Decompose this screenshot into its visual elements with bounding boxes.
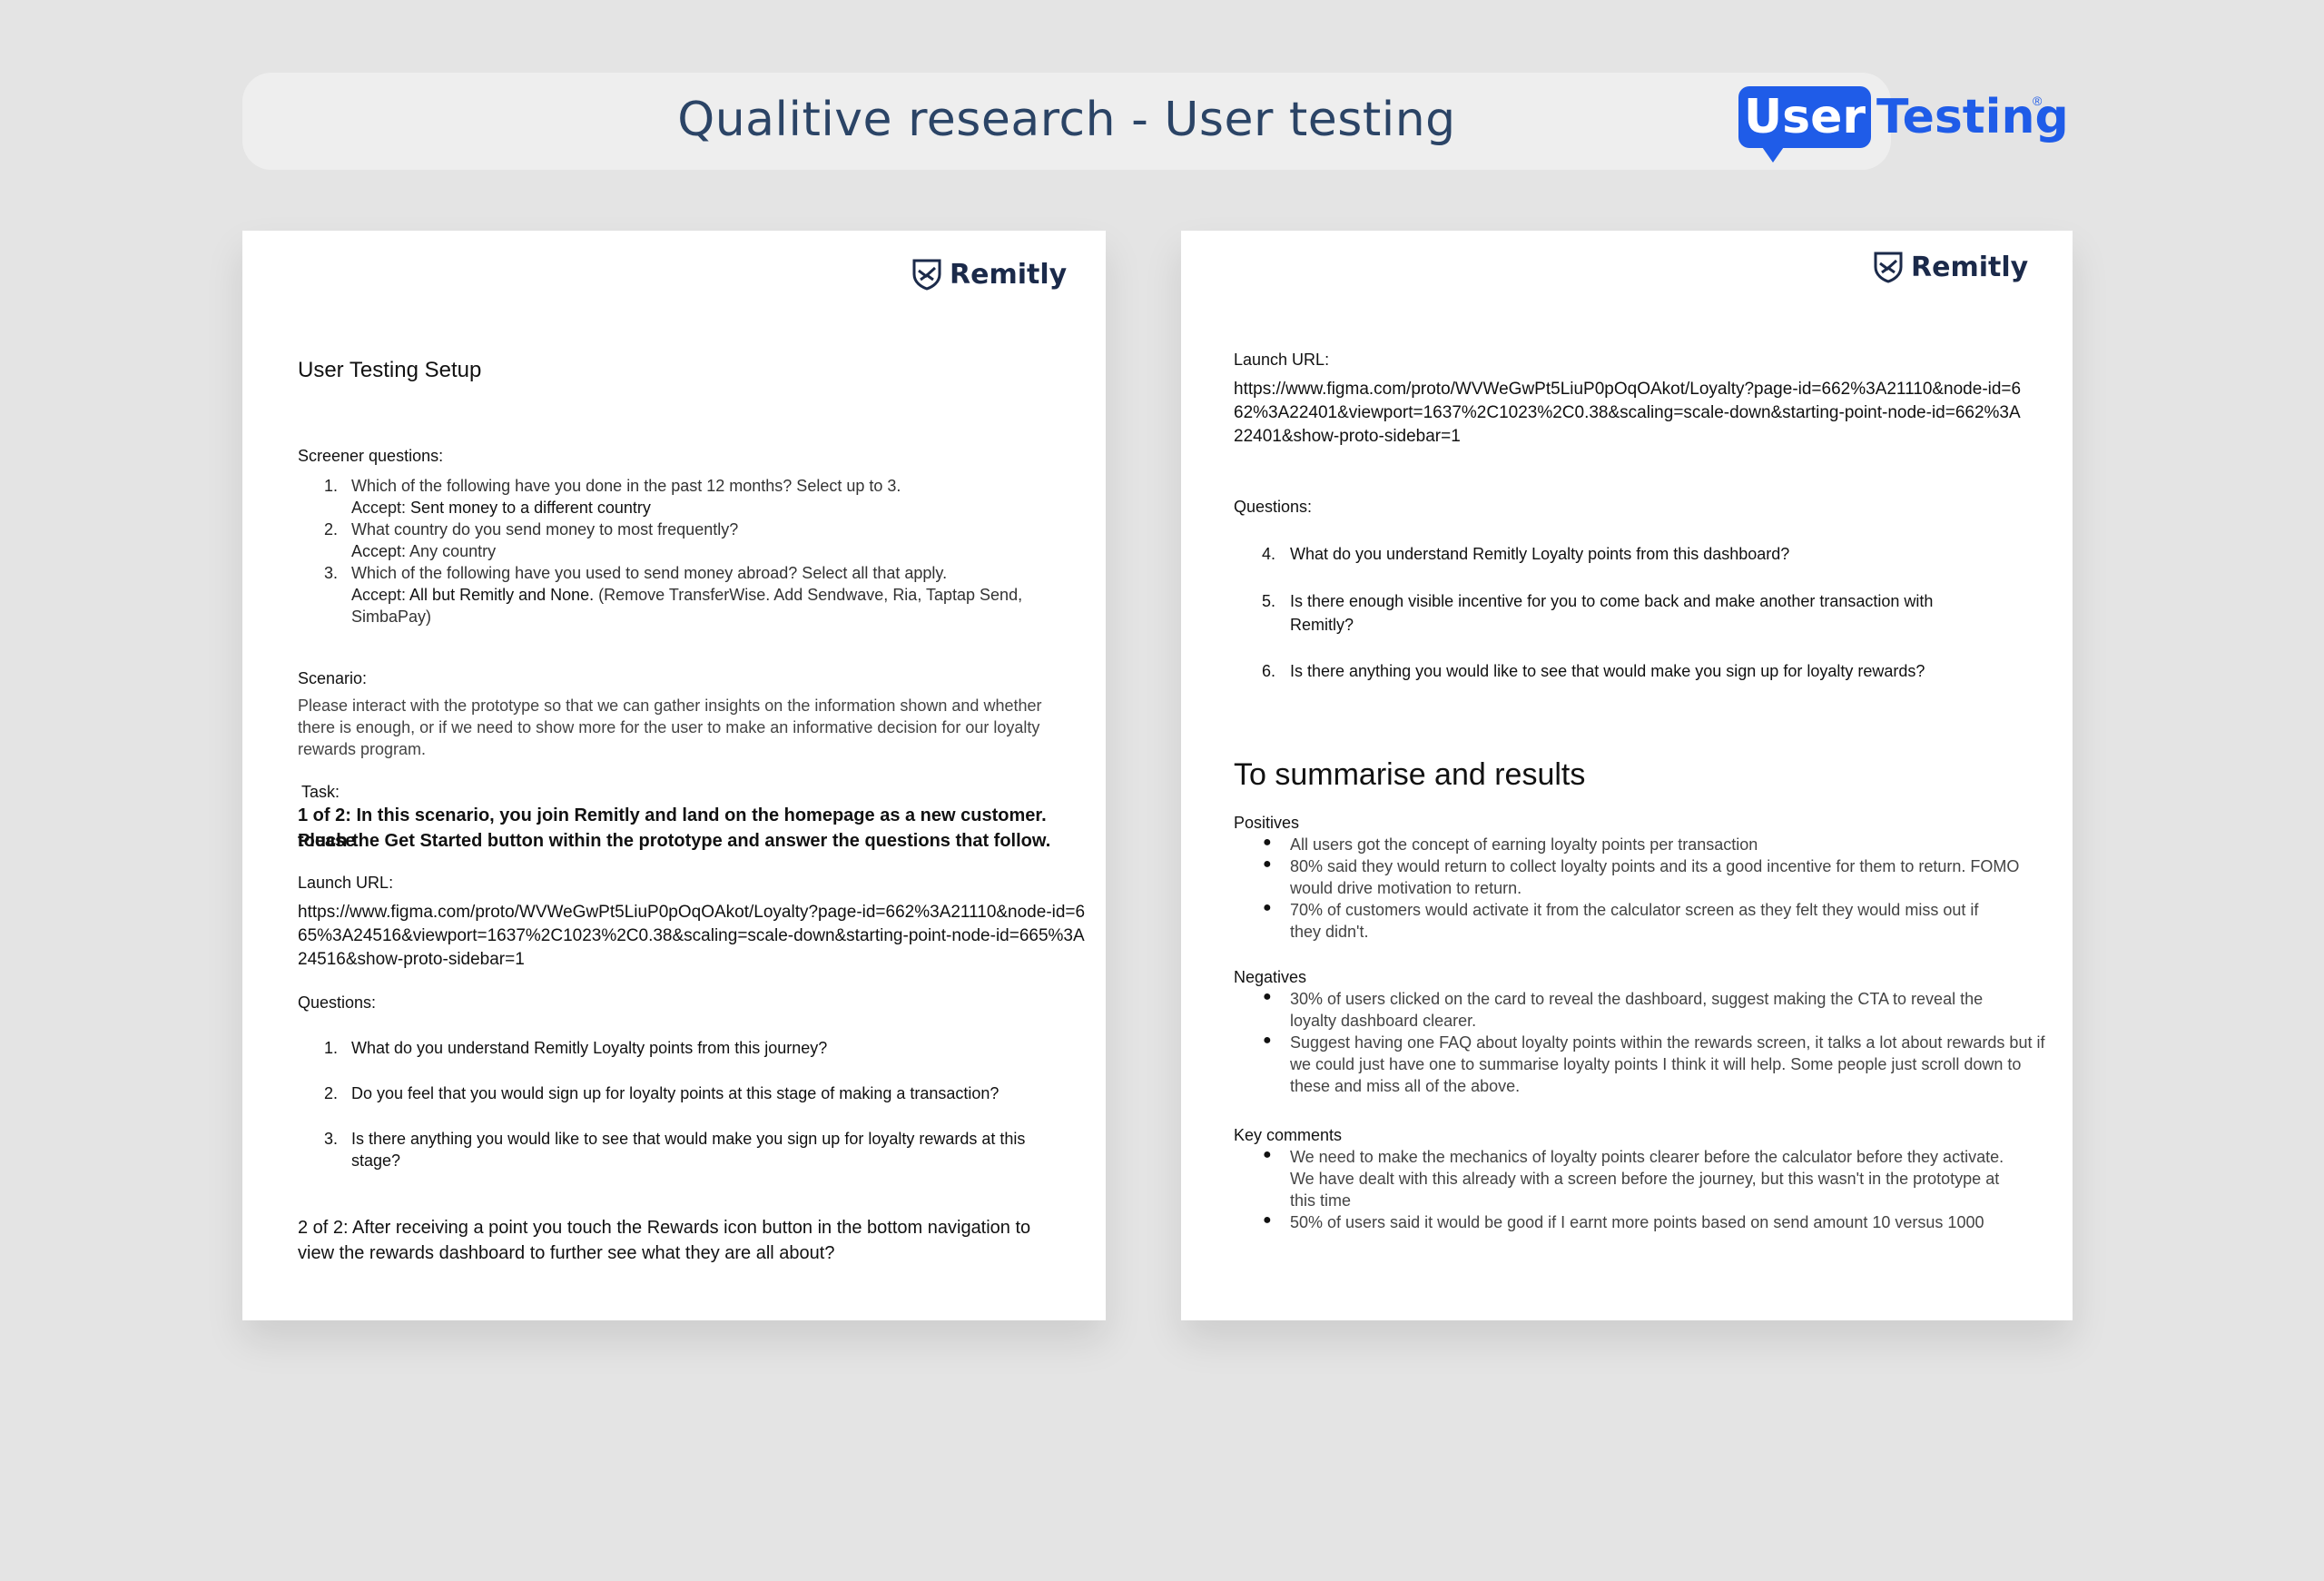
positive-line: 80% said they would return to collect lo…: [1290, 857, 2020, 875]
question-number: 4.: [1262, 545, 1276, 563]
question-line: What do you understand Remitly Loyalty p…: [351, 1039, 828, 1057]
launch-url-line[interactable]: 22401&show-proto-sidebar=1: [1234, 425, 1461, 449]
bullet-icon: ●: [1263, 1033, 1272, 1048]
launch-url-line[interactable]: https://www.figma.com/proto/WVWeGwPt5Liu…: [1234, 378, 2021, 401]
task-2-line: 2 of 2: After receiving a point you touc…: [298, 1218, 1031, 1238]
bullet-icon: ●: [1263, 989, 1272, 1004]
launch-url-line[interactable]: 62%3A22401&viewport=1637%2C1023%2C0.38&s…: [1234, 401, 2021, 425]
bullet-icon: ●: [1263, 1212, 1272, 1228]
question-line: Do you feel that you would sign up for l…: [351, 1084, 1000, 1102]
accept-label: Accept:: [351, 586, 407, 604]
usertesting-logo: User Testing ®: [1738, 84, 2069, 163]
bullet-icon: ●: [1263, 900, 1272, 915]
remitly-logo: Remitly: [911, 258, 1067, 291]
accept-label: Accept:: [351, 542, 407, 560]
document-title: User Testing Setup: [298, 358, 482, 382]
logo-speech-box: User: [1738, 86, 1871, 148]
scenario-label: Scenario:: [298, 669, 368, 687]
negative-line: 30% of users clicked on the card to reve…: [1290, 990, 1984, 1008]
launch-url-line[interactable]: https://www.figma.com/proto/WVWeGwPt5Liu…: [298, 901, 1085, 924]
task-line: touch the Get Started button within the …: [298, 831, 1051, 851]
logo-registered-mark: ®: [2033, 94, 2043, 108]
remitly-shield-icon: [1874, 252, 1903, 283]
results-document: Remitly Launch URL: https://www.figma.co…: [1181, 231, 2073, 1320]
negative-line: we could just have one to summarise loya…: [1290, 1055, 2022, 1073]
accept-label: Accept:: [351, 499, 407, 517]
question-line: Is there enough visible incentive for yo…: [1290, 592, 1934, 610]
negative-line: loyalty dashboard clearer.: [1290, 1012, 1477, 1030]
question-line: Is there anything you would like to see …: [351, 1130, 1026, 1148]
remitly-wordmark: Remitly: [950, 258, 1068, 291]
screener-accept: Accept: All but Remitly and None. (Remov…: [351, 584, 1022, 606]
bullet-icon: ●: [1263, 856, 1272, 872]
header-banner: Qualitive research - User testing User T…: [242, 73, 2069, 170]
key-comment-line: We need to make the mechanics of loyalty…: [1290, 1148, 2004, 1166]
summary-heading: To summarise and results: [1234, 757, 1586, 792]
setup-document: Remitly User Testing Setup Screener ques…: [242, 231, 1106, 1320]
accept-value: Sent money to a different country: [410, 499, 651, 517]
question-line: What do you understand Remitly Loyalty p…: [1290, 545, 1790, 563]
positive-line: All users got the concept of earning loy…: [1290, 835, 1758, 854]
negatives-label: Negatives: [1234, 968, 1307, 986]
scenario-line: there is enough, or if we need to show m…: [298, 718, 1040, 736]
screener-question: What country do you send money to most f…: [351, 520, 739, 539]
launch-url-label: Launch URL:: [1234, 351, 1330, 369]
questions-label: Questions:: [298, 993, 377, 1012]
task-label: Task:: [301, 783, 340, 801]
positive-line: 70% of customers would activate it from …: [1290, 901, 1979, 919]
question-line: Remitly?: [1290, 616, 1354, 634]
key-comment-line: this time: [1290, 1191, 1352, 1210]
remitly-logo: Remitly: [1873, 251, 2028, 283]
scenario-line: rewards program.: [298, 740, 427, 758]
accept-note-continued: SimbaPay): [351, 608, 432, 626]
screener-label: Screener questions:: [298, 447, 444, 465]
remitly-shield-icon: [912, 259, 941, 291]
accept-value: All but Remitly and None.: [409, 586, 595, 604]
question-line: Is there anything you would like to see …: [1290, 662, 1925, 680]
screener-accept: Accept: Sent money to a different countr…: [351, 497, 651, 519]
remitly-wordmark: Remitly: [1911, 251, 2029, 283]
screener-number: 1.: [324, 477, 339, 495]
task-2-line: view the rewards dashboard to further se…: [298, 1243, 835, 1263]
screener-accept: Accept: Any country: [351, 540, 496, 562]
launch-url-label: Launch URL:: [298, 874, 394, 892]
questions-label: Questions:: [1234, 498, 1313, 516]
screener-number: 2.: [324, 520, 339, 539]
bullet-icon: ●: [1263, 835, 1272, 850]
question-number: 2.: [324, 1084, 339, 1102]
positive-line: would drive motivation to return.: [1290, 879, 1522, 897]
question-number: 3.: [324, 1130, 339, 1148]
logo-box-text: User: [1743, 90, 1866, 144]
question-line: stage?: [351, 1151, 401, 1170]
accept-note: (Remove TransferWise. Add Sendwave, Ria,…: [598, 586, 1023, 604]
bullet-icon: ●: [1263, 1147, 1272, 1162]
screener-question: Which of the following have you used to …: [351, 564, 948, 582]
launch-url-line[interactable]: 24516&show-proto-sidebar=1: [298, 948, 525, 972]
screener-number: 3.: [324, 564, 339, 582]
question-number: 5.: [1262, 592, 1276, 610]
scenario-line: Please interact with the prototype so th…: [298, 697, 1042, 715]
key-comment-line: 50% of users said it would be good if I …: [1290, 1213, 1984, 1231]
key-comments-label: Key comments: [1234, 1126, 1343, 1144]
question-number: 1.: [324, 1039, 339, 1057]
key-comment-line: We have dealt with this already with a s…: [1290, 1170, 2000, 1188]
positive-line: they didn't.: [1290, 923, 1369, 941]
accept-value: Any country: [409, 542, 497, 560]
negative-line: these and miss all of the above.: [1290, 1077, 1521, 1095]
question-number: 6.: [1262, 662, 1276, 680]
page-title: Qualitive research - User testing: [677, 93, 1456, 147]
launch-url-line[interactable]: 65%3A24516&viewport=1637%2C1023%2C0.38&s…: [298, 924, 1085, 948]
logo-speech-tail: [1760, 144, 1786, 163]
positives-label: Positives: [1234, 814, 1300, 832]
negative-line: Suggest having one FAQ about loyalty poi…: [1290, 1033, 2045, 1052]
screener-question: Which of the following have you done in …: [351, 477, 901, 495]
